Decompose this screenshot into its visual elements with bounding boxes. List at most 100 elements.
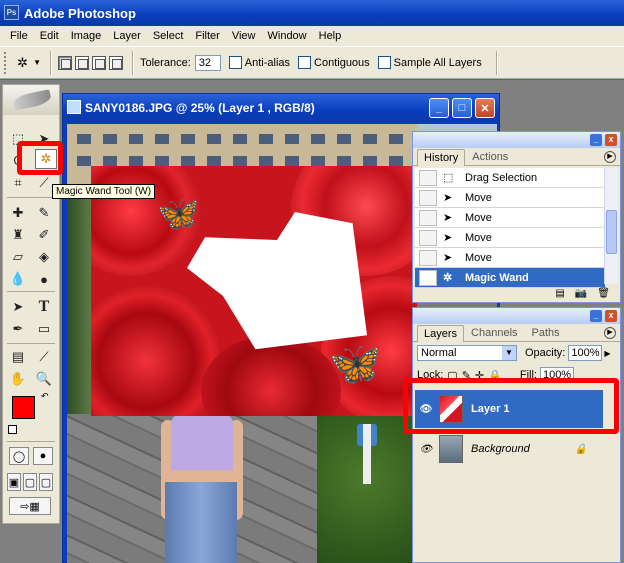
screen-mode-full-button[interactable]: ▢ xyxy=(39,473,53,491)
clone-stamp-icon[interactable]: ♜ xyxy=(7,225,29,245)
subtract-from-selection-button[interactable] xyxy=(92,55,106,70)
eye-icon[interactable]: 👁 xyxy=(419,444,433,455)
new-document-from-state-icon[interactable]: ▤ xyxy=(555,288,564,299)
new-selection-button[interactable] xyxy=(58,55,72,70)
panel-close-button[interactable]: x xyxy=(605,134,617,146)
close-button[interactable]: ✕ xyxy=(475,98,495,118)
tab-paths[interactable]: Paths xyxy=(525,324,567,341)
history-snapshot-box[interactable] xyxy=(419,189,437,206)
history-brush-icon[interactable]: ✐ xyxy=(33,225,55,245)
history-item-label: Move xyxy=(465,231,492,244)
rectangle-tool-icon[interactable]: ▭ xyxy=(33,319,55,339)
history-item[interactable]: ➤ Move xyxy=(415,228,605,248)
trash-icon[interactable]: 🗑 xyxy=(597,288,610,299)
magic-wand-icon: ✲ xyxy=(17,54,28,70)
add-to-selection-button[interactable] xyxy=(75,55,89,70)
photoshop-logo-icon: Ps xyxy=(4,5,19,20)
tool-separator xyxy=(7,343,55,344)
history-snapshot-box[interactable] xyxy=(419,169,437,186)
photo-sign-pole xyxy=(363,424,371,484)
quick-mask-button[interactable]: ● xyxy=(33,447,53,465)
magic-wand-icon: ✲ xyxy=(443,272,453,284)
paint-bucket-icon[interactable]: ◈ xyxy=(33,247,55,267)
minimize-button[interactable]: _ xyxy=(429,98,449,118)
menu-image[interactable]: Image xyxy=(65,30,108,42)
layer-row-background[interactable]: 👁 Background 🔒 xyxy=(415,430,603,468)
document-title-bar[interactable]: SANY0186.JPG @ 25% (Layer 1 , RGB/8) _ □… xyxy=(63,94,499,122)
history-snapshot-box[interactable] xyxy=(419,229,437,246)
butterfly-icon: 🦋 xyxy=(329,340,382,387)
standard-mode-button[interactable]: ◯ xyxy=(9,447,29,465)
history-item-label: Drag Selection xyxy=(465,171,538,184)
new-snapshot-icon[interactable]: 📷 xyxy=(575,288,587,299)
healing-brush-icon[interactable]: ✚ xyxy=(7,203,29,223)
jump-to-imageready-button[interactable]: ⇨▦ xyxy=(9,497,51,515)
sample-all-layers-checkbox[interactable] xyxy=(377,56,391,69)
opacity-arrow-icon[interactable]: ▶ xyxy=(604,349,610,358)
eyedropper-tool-icon[interactable]: ⟋ xyxy=(33,347,55,367)
panel-minimize-button[interactable]: _ xyxy=(590,134,602,146)
path-selection-icon[interactable]: ➤ xyxy=(7,297,29,317)
blend-mode-select[interactable]: Normal ▼ xyxy=(417,345,517,361)
menu-file[interactable]: File xyxy=(4,30,34,42)
history-snapshot-box[interactable] xyxy=(419,249,437,266)
opacity-input[interactable]: 100% xyxy=(568,345,603,361)
hand-tool-icon[interactable]: ✋ xyxy=(7,369,29,389)
brush-tool-icon[interactable]: ✎ xyxy=(33,203,55,223)
zoom-tool-icon[interactable]: 🔍 xyxy=(33,369,55,389)
screen-mode-standard-button[interactable]: ▣ xyxy=(7,473,21,491)
screen-mode-full-menu-button[interactable]: ▢ xyxy=(23,473,37,491)
history-snapshot-box[interactable] xyxy=(419,209,437,226)
blur-tool-icon[interactable]: 💧 xyxy=(7,269,29,289)
default-colors-icon[interactable] xyxy=(8,425,17,434)
pen-tool-icon[interactable]: ✒ xyxy=(7,319,29,339)
tab-actions[interactable]: Actions xyxy=(465,148,515,165)
menu-window[interactable]: Window xyxy=(262,30,313,42)
intersect-selection-button[interactable] xyxy=(109,55,123,70)
opacity-label: Opacity: xyxy=(525,347,566,359)
tab-layers[interactable]: Layers xyxy=(417,325,465,342)
history-item[interactable]: ➤ Move xyxy=(415,188,605,208)
history-scrollbar[interactable] xyxy=(604,168,618,284)
panel-menu-icon[interactable]: ▶ xyxy=(604,327,616,339)
menu-view[interactable]: View xyxy=(226,30,262,42)
scrollbar-thumb[interactable] xyxy=(606,210,617,254)
anti-alias-checkbox[interactable] xyxy=(228,56,242,69)
contiguous-label: Contiguous xyxy=(314,56,370,69)
app-title: Adobe Photoshop xyxy=(24,5,136,21)
tab-channels[interactable]: Channels xyxy=(464,324,524,341)
options-grip[interactable] xyxy=(4,51,8,74)
menu-select[interactable]: Select xyxy=(147,30,190,42)
tool-preset-picker[interactable]: ✲ ▼ xyxy=(14,52,44,74)
foreground-color-swatch[interactable] xyxy=(12,396,35,419)
chevron-down-icon: ▼ xyxy=(502,346,516,360)
contiguous-checkbox[interactable] xyxy=(298,56,312,69)
menu-bar: File Edit Image Layer Select Filter View… xyxy=(0,26,624,46)
lock-icon: 🔒 xyxy=(574,443,587,455)
panel-minimize-button[interactable]: _ xyxy=(590,310,602,322)
tolerance-input[interactable]: 32 xyxy=(194,54,221,71)
history-item[interactable]: ⬚ Drag Selection xyxy=(415,168,605,188)
menu-edit[interactable]: Edit xyxy=(34,30,65,42)
tab-history[interactable]: History xyxy=(417,149,466,166)
menu-help[interactable]: Help xyxy=(313,30,348,42)
history-item[interactable]: ➤ Move xyxy=(415,248,605,268)
history-item[interactable]: ➤ Move xyxy=(415,208,605,228)
menu-layer[interactable]: Layer xyxy=(107,30,147,42)
history-panel-title[interactable]: _ x xyxy=(413,132,620,148)
eraser-tool-icon[interactable]: ▱ xyxy=(7,247,29,267)
layer-name: Background xyxy=(471,443,530,455)
crop-tool-icon[interactable]: ⌗ xyxy=(7,173,29,193)
panel-close-button[interactable]: x xyxy=(605,310,617,322)
rose xyxy=(201,336,341,416)
magic-wand-tooltip: Magic Wand Tool (W) xyxy=(52,184,156,199)
swap-colors-icon[interactable]: ↶ xyxy=(41,391,49,402)
layers-panel-title[interactable]: _ x xyxy=(413,308,620,324)
notes-tool-icon[interactable]: ▤ xyxy=(7,347,29,367)
panel-menu-icon[interactable]: ▶ xyxy=(604,151,616,163)
dodge-tool-icon[interactable]: ● xyxy=(33,269,55,289)
maximize-button[interactable]: □ xyxy=(452,98,472,118)
menu-filter[interactable]: Filter xyxy=(189,30,225,42)
toolbox-header[interactable] xyxy=(3,85,59,115)
type-tool-icon[interactable]: T xyxy=(33,297,55,317)
